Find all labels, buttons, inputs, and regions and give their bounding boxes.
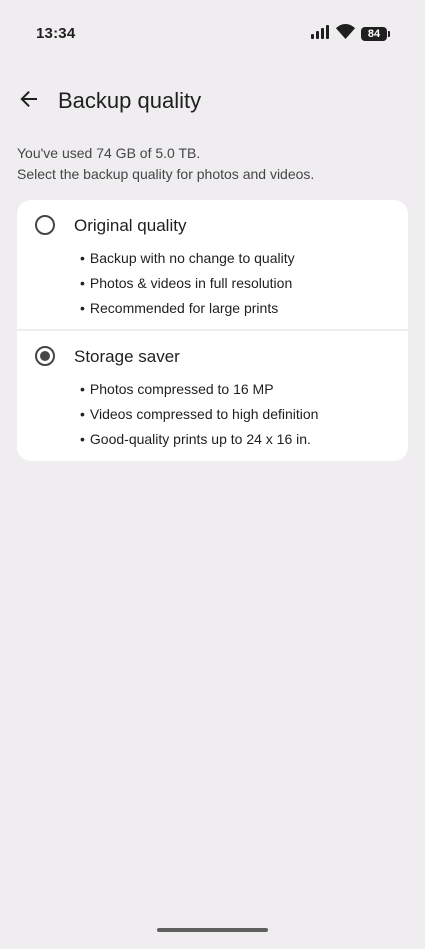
option-storage-saver[interactable]: Storage saver Photos compressed to 16 MP… [17,331,408,461]
detail-item: Recommended for large prints [80,296,295,321]
battery-level: 84 [361,27,387,41]
back-button[interactable] [13,85,45,117]
wifi-icon [336,24,355,44]
arrow-left-icon [19,89,39,114]
instruction-text: Select the backup quality for photos and… [17,166,315,182]
app-bar: Backup quality [0,66,425,136]
option-label: Storage saver [74,347,180,366]
status-bar: 13:34 84 [0,0,425,66]
home-indicator[interactable] [157,928,268,932]
signal-icon [311,24,330,44]
storage-usage-text: You've used 74 GB of 5.0 TB. [17,145,201,161]
radio-original-quality[interactable] [35,215,55,235]
quality-options-card: Original quality Backup with no change t… [17,200,408,461]
battery-icon: 84 [361,27,390,41]
detail-item: Videos compressed to high definition [80,402,319,427]
detail-item: Photos & videos in full resolution [80,271,295,296]
status-icons: 84 [311,24,390,44]
description: You've used 74 GB of 5.0 TB. Select the … [17,143,314,185]
detail-item: Backup with no change to quality [80,246,295,271]
battery-tip [388,31,390,37]
option-details: Backup with no change to quality Photos … [80,246,295,321]
status-time: 13:34 [36,25,76,42]
radio-storage-saver[interactable] [35,346,55,366]
option-original-quality[interactable]: Original quality Backup with no change t… [17,200,408,329]
option-label: Original quality [74,216,187,235]
detail-item: Good-quality prints up to 24 x 16 in. [80,427,318,452]
page-title: Backup quality [58,88,202,113]
option-details: Photos compressed to 16 MP Videos compre… [80,377,319,452]
detail-item: Photos compressed to 16 MP [80,377,318,402]
